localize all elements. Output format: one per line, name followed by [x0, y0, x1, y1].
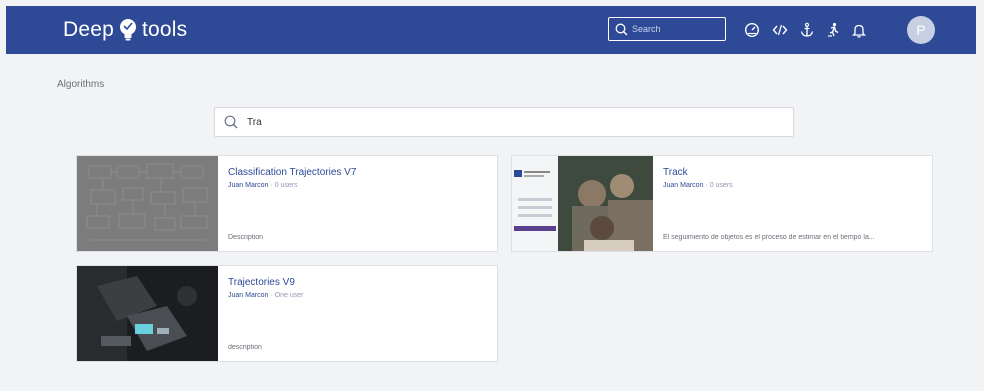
card-title[interactable]: Track: [663, 167, 688, 178]
card-description: Description: [228, 234, 264, 241]
algorithm-search-input[interactable]: [247, 116, 767, 128]
card-meta: Juan Marcon · 0 users: [228, 182, 298, 189]
card-description: description: [228, 344, 262, 351]
card-thumbnail-image: [77, 266, 218, 361]
card-title[interactable]: Classification Trajectories V7: [228, 167, 356, 178]
code-icon[interactable]: [771, 21, 789, 39]
algorithm-search[interactable]: [214, 107, 794, 137]
card-users: 0 users: [274, 182, 298, 189]
top-navbar: Deep tools Search P: [6, 6, 976, 54]
card-users: One user: [274, 292, 304, 299]
search-icon: [615, 23, 628, 35]
card-author: Juan Marcon: [228, 292, 269, 299]
bell-icon[interactable]: [850, 21, 868, 39]
anchor-icon[interactable]: [798, 21, 816, 39]
search-icon: [224, 115, 238, 129]
algorithm-card-trajectories-v9[interactable]: Trajectories V9 Juan Marcon · One user d…: [76, 265, 498, 362]
header-search-input[interactable]: [632, 24, 712, 34]
card-author: Juan Marcon: [228, 182, 269, 189]
card-users: 0 users: [709, 182, 733, 189]
avatar[interactable]: P: [907, 16, 935, 44]
card-meta: Juan Marcon · One user: [228, 292, 304, 299]
card-author: Juan Marcon: [663, 182, 704, 189]
logo-text-tools: tools: [142, 18, 188, 41]
logo-text-deep: Deep: [63, 18, 115, 41]
card-description: El seguimiento de objetos es el proceso …: [663, 234, 875, 241]
avatar-initial: P: [916, 22, 926, 38]
card-meta: Juan Marcon · 0 users: [663, 182, 733, 189]
run-icon[interactable]: [824, 21, 842, 39]
card-title[interactable]: Trajectories V9: [228, 277, 295, 288]
header-search[interactable]: [608, 17, 726, 41]
app-logo[interactable]: Deep tools: [63, 18, 187, 42]
dashboard-icon[interactable]: [743, 21, 761, 39]
card-thumbnail-image: [512, 156, 653, 251]
page-title: Algorithms: [57, 79, 105, 90]
lightbulb-logo-icon: [120, 19, 137, 41]
algorithm-card-track[interactable]: Track Juan Marcon · 0 users El seguimien…: [511, 155, 933, 252]
algorithm-card-classification-trajectories[interactable]: Classification Trajectories V7 Juan Marc…: [76, 155, 498, 252]
card-thumbnail-image: [77, 156, 218, 251]
